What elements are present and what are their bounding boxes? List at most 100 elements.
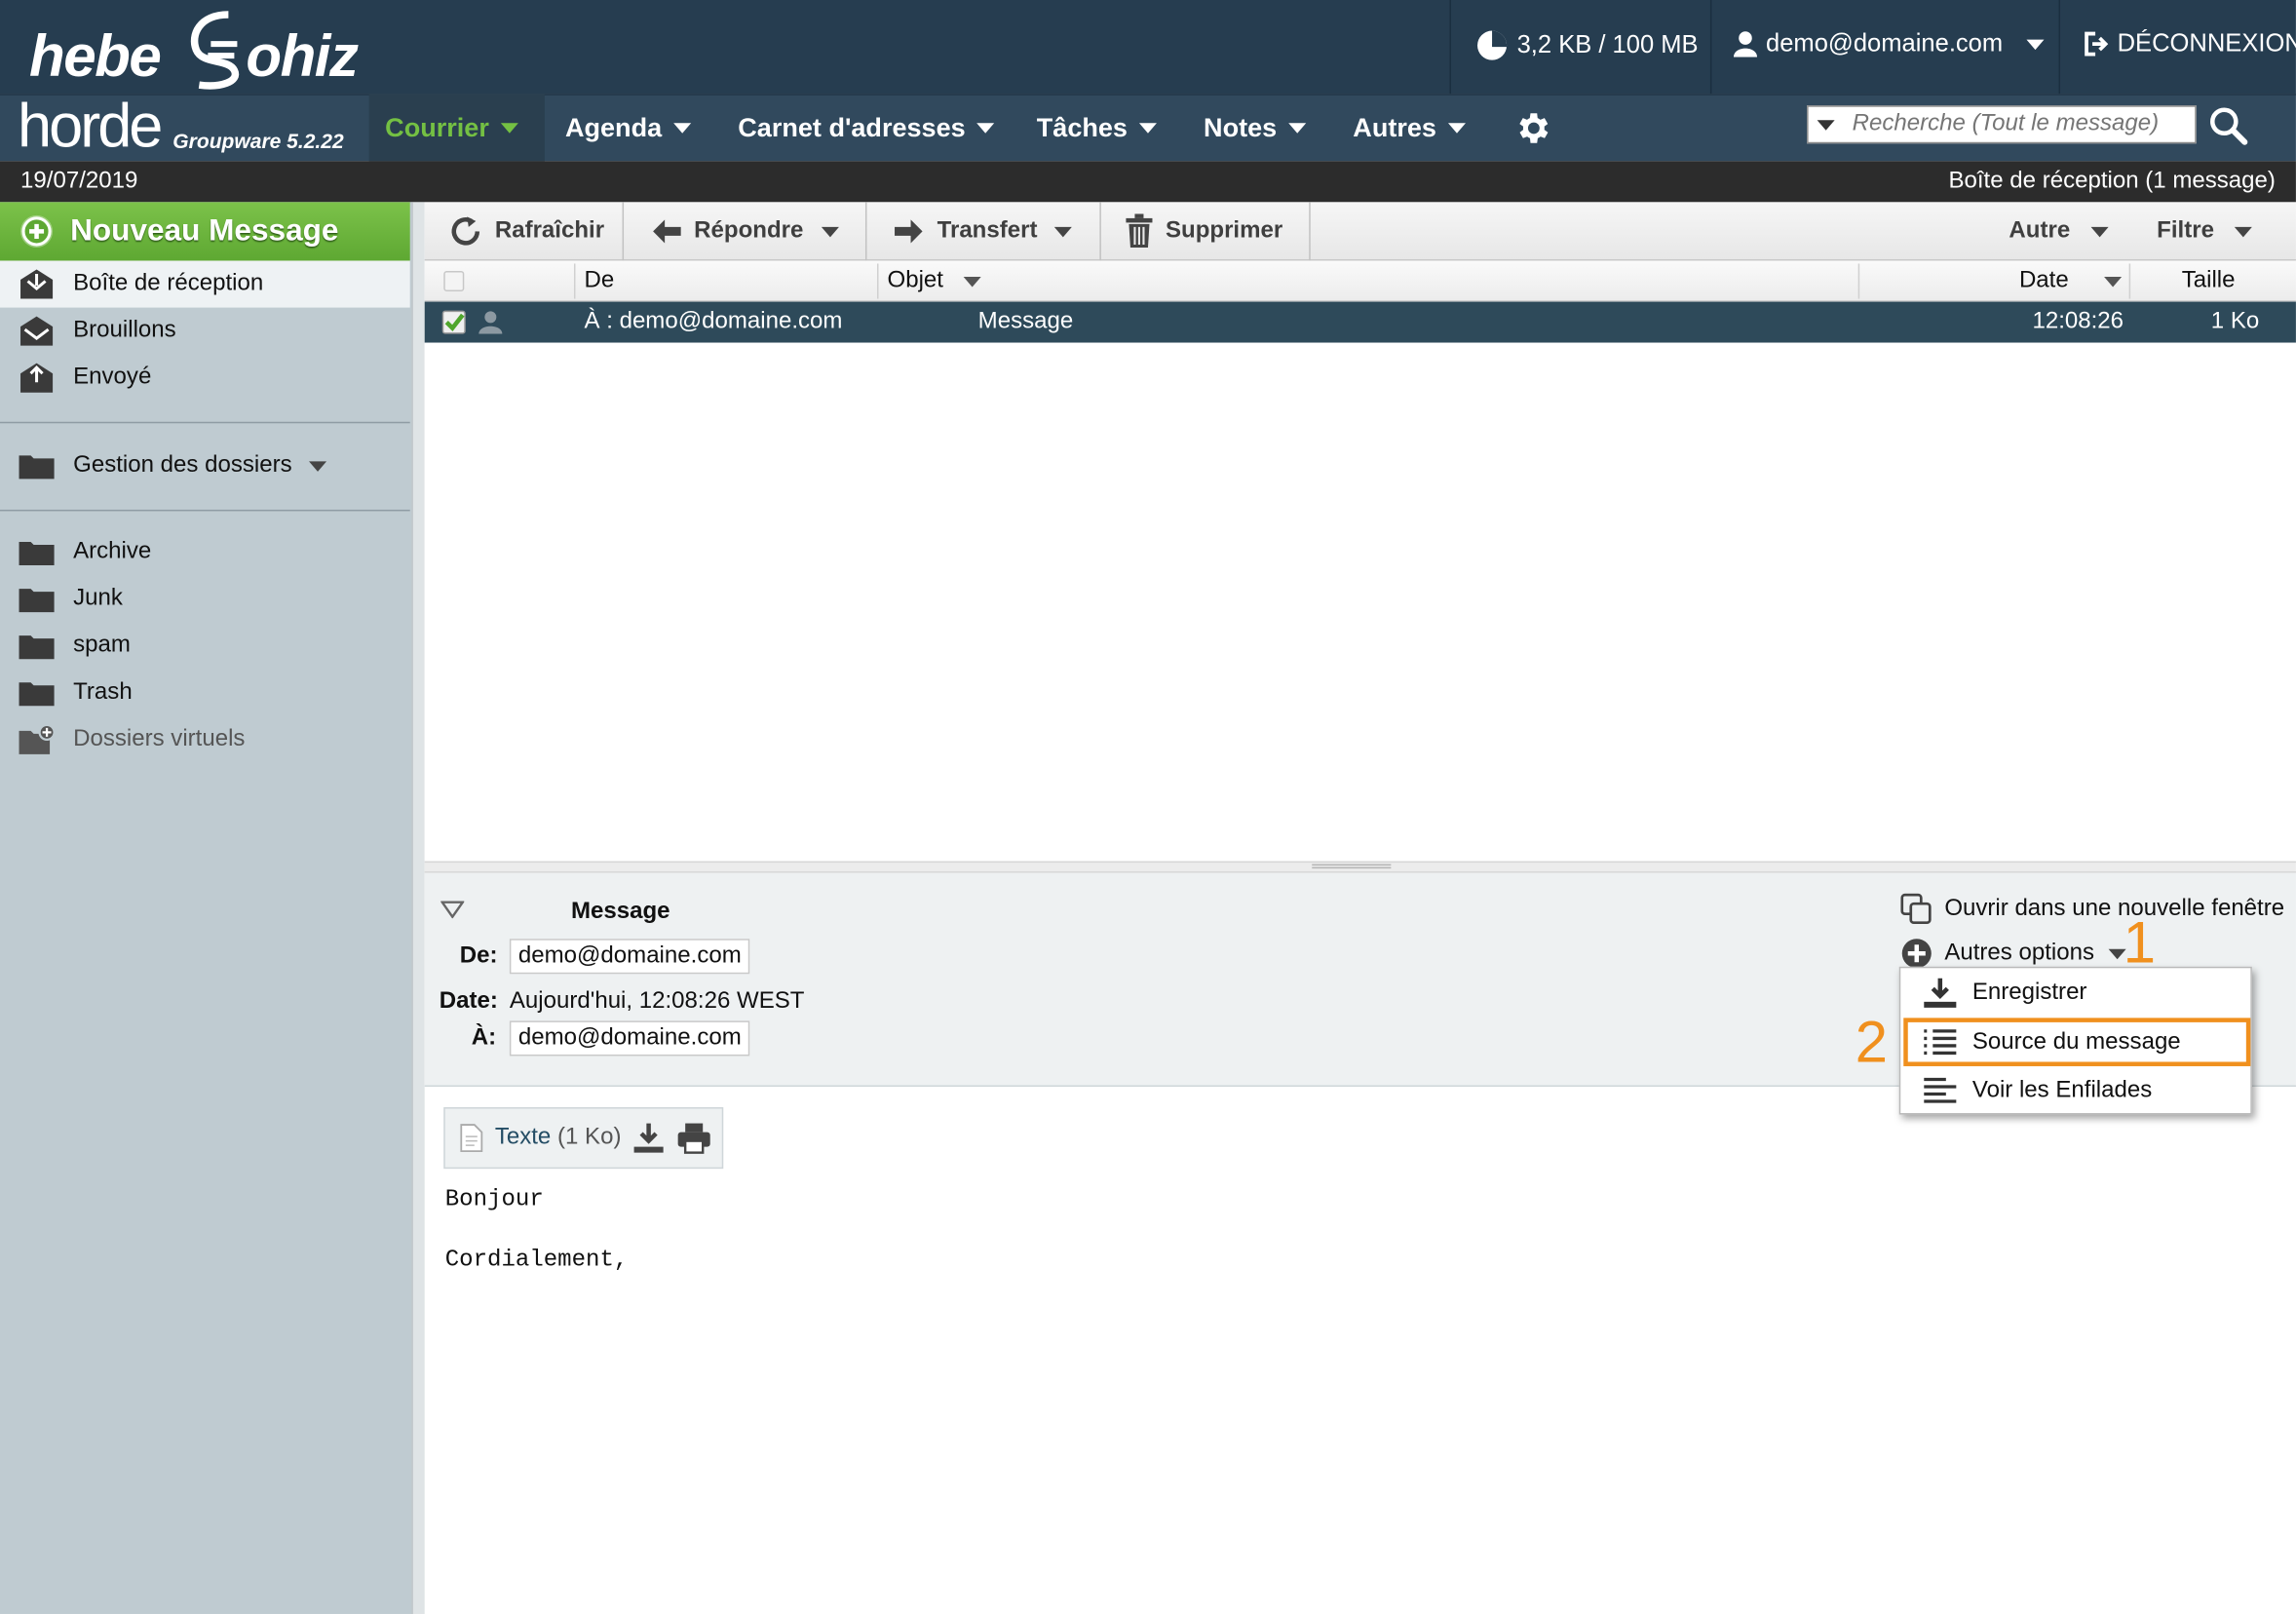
sidebar-item-label: Junk xyxy=(73,586,123,611)
quota-text: 3,2 KB / 100 MB xyxy=(1516,30,1699,59)
sidebar-item-label: spam xyxy=(73,633,131,658)
user-menu[interactable]: demo@domaine.com xyxy=(1733,29,2045,58)
to-label: À: xyxy=(471,1024,497,1051)
preview-resize-handle[interactable] xyxy=(424,861,2296,873)
download-icon[interactable] xyxy=(633,1122,666,1154)
sidebar-item-label: Brouillons xyxy=(73,318,176,343)
chevron-down-icon xyxy=(2026,38,2045,50)
date-label: Date: xyxy=(439,988,498,1014)
print-icon[interactable] xyxy=(677,1122,712,1154)
other-label: Autre xyxy=(2009,217,2071,244)
filter-menu-button[interactable]: Filtre xyxy=(2136,202,2273,260)
open-new-window-label: Ouvrir dans une nouvelle fenêtre xyxy=(1944,896,2285,922)
delete-button[interactable]: Supprimer xyxy=(1104,202,1303,260)
more-options-button[interactable]: Autres options xyxy=(1900,938,2127,970)
column-header-label: Objet xyxy=(887,267,943,293)
chevron-down-icon xyxy=(1447,122,1467,133)
refresh-button[interactable]: Rafraîchir xyxy=(428,202,625,260)
quota-indicator: 3,2 KB / 100 MB xyxy=(1476,29,1699,61)
sidebar-item-archive[interactable]: Archive xyxy=(0,528,410,575)
trash-icon xyxy=(1126,213,1153,248)
sort-chevron-icon xyxy=(2103,276,2122,287)
chevron-down-icon xyxy=(1288,122,1307,133)
tab-address-book[interactable]: Carnet d'adresses xyxy=(738,94,995,161)
reply-button[interactable]: Répondre xyxy=(630,202,859,260)
menu-item-save[interactable]: Enregistrer xyxy=(1900,968,2250,1017)
to-address[interactable]: demo@domaine.com xyxy=(509,1020,750,1057)
folder-add-icon xyxy=(19,723,56,754)
select-all-checkbox[interactable] xyxy=(443,270,465,292)
tab-courrier[interactable]: Courrier xyxy=(385,94,518,161)
folder-management[interactable]: Gestion des dossiers xyxy=(0,442,410,489)
menu-item-label: Enregistrer xyxy=(1971,979,2087,1005)
open-new-window-link[interactable]: Ouvrir dans une nouvelle fenêtre xyxy=(1900,893,2285,926)
date-value: Aujourd'hui, 12:08:26 WEST xyxy=(509,988,805,1014)
column-header-from[interactable]: De xyxy=(584,260,614,301)
forward-button[interactable]: Transfert xyxy=(872,202,1092,260)
reply-label: Répondre xyxy=(694,217,804,244)
groupware-version: Groupware 5.2.22 xyxy=(172,129,344,153)
top-bar: hebe ohiz 3,2 KB / 100 MB demo@domaine.c… xyxy=(0,0,2296,95)
sidebar-item-trash[interactable]: Trash xyxy=(0,670,410,716)
table-row[interactable]: À : demo@domaine.com Message 12:08:26 1 … xyxy=(424,301,2296,343)
logout-link[interactable]: DÉCONNEXION xyxy=(2083,29,2296,58)
hebergeur-logo: hebe ohiz xyxy=(26,6,393,91)
tab-address-book-label: Carnet d'adresses xyxy=(738,111,966,142)
current-date: 19/07/2019 xyxy=(20,168,138,194)
sidebar-item-spam[interactable]: spam xyxy=(0,623,410,670)
sidebar-resize-handle[interactable] xyxy=(411,202,425,1614)
chevron-down-icon[interactable] xyxy=(1054,226,1073,237)
new-message-button[interactable]: Nouveau Message xyxy=(0,202,410,261)
column-divider xyxy=(1857,263,1860,299)
from-label: De: xyxy=(459,942,498,969)
tab-agenda[interactable]: Agenda xyxy=(565,94,692,161)
chevron-down-icon[interactable] xyxy=(821,226,839,237)
sidebar xyxy=(0,202,412,1614)
sidebar-divider xyxy=(0,421,410,424)
drafts-icon xyxy=(20,316,54,346)
arrow-left-icon xyxy=(653,219,681,244)
toolbar-divider xyxy=(1309,202,1311,261)
refresh-label: Rafraîchir xyxy=(494,217,605,244)
menu-item-view-threads[interactable]: Voir les Enfilades xyxy=(1900,1066,2250,1115)
sidebar-item-sent[interactable]: Envoyé xyxy=(0,355,410,402)
sidebar-item-label: Envoyé xyxy=(73,365,152,390)
sidebar-item-virtual-folders[interactable]: Dossiers virtuels xyxy=(0,716,410,763)
folder-management-label: Gestion des dossiers xyxy=(73,452,292,478)
other-menu-button[interactable]: Autre xyxy=(1988,202,2128,260)
column-header-size[interactable]: Taille xyxy=(2182,260,2236,301)
status-bar: 19/07/2019 Boîte de réception (1 message… xyxy=(0,161,2296,203)
attachment-link[interactable]: Texte (1 Ko) xyxy=(495,1125,622,1151)
sort-chevron-icon xyxy=(964,276,982,287)
gear-icon[interactable] xyxy=(1514,108,1554,148)
column-header-label: Date xyxy=(2018,267,2069,293)
search-box[interactable] xyxy=(1807,105,2197,144)
horde-logo: horde Groupware 5.2.22 xyxy=(18,91,369,160)
annotation-step-2: 2 xyxy=(1855,1010,1889,1075)
from-address[interactable]: demo@domaine.com xyxy=(509,939,750,975)
row-subject: Message xyxy=(977,309,1074,334)
new-message-label: Nouveau Message xyxy=(70,213,339,248)
tab-notes[interactable]: Notes xyxy=(1204,94,1307,161)
user-icon xyxy=(1733,31,1758,58)
search-scope-chevron-icon[interactable] xyxy=(1817,119,1835,130)
body-line: Cordialement, xyxy=(444,1246,629,1273)
search-input[interactable] xyxy=(1852,111,2190,138)
sidebar-item-junk[interactable]: Junk xyxy=(0,576,410,623)
tab-others[interactable]: Autres xyxy=(1353,94,1467,161)
chevron-down-icon xyxy=(2090,226,2109,237)
sidebar-item-drafts[interactable]: Brouillons xyxy=(0,308,410,355)
tab-tasks-label: Tâches xyxy=(1036,111,1128,142)
search-icon[interactable] xyxy=(2208,105,2249,146)
row-checkbox[interactable] xyxy=(441,310,466,334)
collapse-triangle-icon[interactable] xyxy=(440,901,465,919)
attachment-size: (1 Ko) xyxy=(557,1125,622,1150)
column-header-subject[interactable]: Objet xyxy=(888,260,982,301)
tab-others-label: Autres xyxy=(1353,111,1436,142)
column-header-date[interactable]: Date xyxy=(2019,260,2122,301)
tab-tasks[interactable]: Tâches xyxy=(1036,94,1158,161)
chevron-down-icon xyxy=(2235,226,2253,237)
document-icon xyxy=(460,1124,483,1153)
logout-label: DÉCONNEXION xyxy=(2117,29,2296,58)
sidebar-item-inbox[interactable]: Boîte de réception xyxy=(0,260,410,308)
